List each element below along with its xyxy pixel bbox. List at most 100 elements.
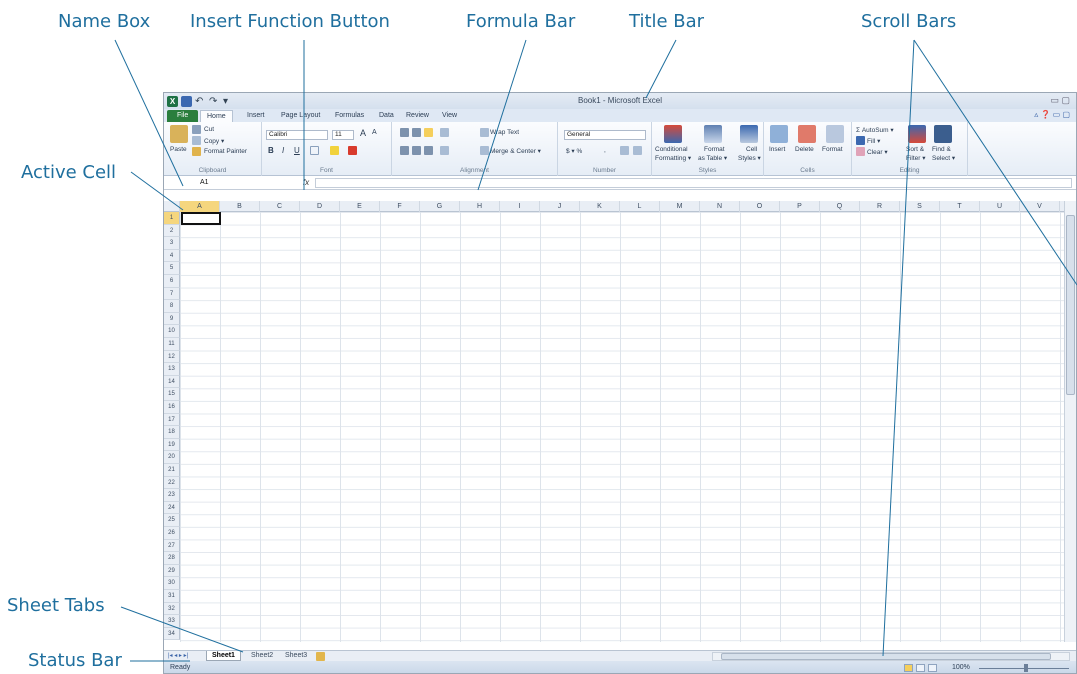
- tab-formulas[interactable]: Formulas: [329, 110, 370, 122]
- row-header-23[interactable]: 23: [164, 489, 180, 502]
- fill-button[interactable]: Fill ▾: [867, 137, 880, 145]
- sheet-tab-3[interactable]: Sheet3: [280, 651, 312, 661]
- clear-icon[interactable]: [856, 147, 865, 156]
- cut-icon[interactable]: [192, 125, 201, 134]
- align-top-icon[interactable]: [400, 128, 409, 137]
- row-header-27[interactable]: 27: [164, 539, 180, 553]
- tab-page-layout[interactable]: Page Layout: [275, 110, 326, 122]
- row-header-24[interactable]: 24: [164, 501, 180, 515]
- tab-home[interactable]: Home: [200, 110, 233, 122]
- fill-color-icon[interactable]: [330, 146, 339, 155]
- insert-sheet-icon[interactable]: [316, 652, 325, 661]
- row-header-21[interactable]: 21: [164, 464, 180, 477]
- cell-styles-icon[interactable]: [740, 125, 758, 143]
- column-header-m[interactable]: M: [660, 201, 700, 212]
- tab-view[interactable]: View: [436, 110, 463, 122]
- format-cells-icon[interactable]: [826, 125, 844, 143]
- cell-styles-button[interactable]: Cell: [746, 146, 757, 153]
- currency-button[interactable]: $ ▾ %: [566, 147, 582, 155]
- merge-center-button[interactable]: Merge & Center ▾: [490, 147, 541, 155]
- column-header-n[interactable]: N: [700, 201, 740, 212]
- row-header-11[interactable]: 11: [164, 338, 180, 351]
- column-header-a[interactable]: A: [180, 201, 220, 212]
- row-header-32[interactable]: 32: [164, 602, 180, 616]
- row-header-26[interactable]: 26: [164, 527, 180, 540]
- row-header-19[interactable]: 19: [164, 438, 180, 452]
- row-header-5[interactable]: 5: [164, 262, 180, 275]
- conditional-formatting-button[interactable]: Conditional: [655, 146, 688, 153]
- column-header-i[interactable]: I: [500, 201, 540, 212]
- align-bottom-icon[interactable]: [424, 128, 433, 137]
- column-header-k[interactable]: K: [580, 201, 620, 212]
- copy-button[interactable]: Copy ▾: [204, 137, 224, 145]
- sort-filter-icon[interactable]: [908, 125, 926, 143]
- zoom-level[interactable]: 100%: [952, 664, 970, 671]
- tab-data[interactable]: Data: [373, 110, 400, 122]
- find-select-button[interactable]: Find &: [932, 146, 951, 153]
- column-header-s[interactable]: S: [900, 201, 940, 212]
- column-header-u[interactable]: U: [980, 201, 1020, 212]
- active-cell[interactable]: [181, 212, 221, 225]
- row-header-12[interactable]: 12: [164, 350, 180, 364]
- find-select-dropdown[interactable]: Select ▾: [932, 154, 955, 162]
- wrap-text-icon[interactable]: [480, 128, 489, 137]
- horizontal-scroll-thumb[interactable]: [721, 653, 1051, 660]
- bold-button[interactable]: B: [268, 146, 274, 155]
- format-as-table-dropdown[interactable]: as Table ▾: [698, 154, 727, 162]
- insert-cells-button[interactable]: Insert: [769, 146, 785, 153]
- cell-area[interactable]: [180, 212, 1064, 642]
- page-layout-view-icon[interactable]: [916, 664, 925, 672]
- orientation-icon[interactable]: [440, 128, 449, 137]
- row-header-15[interactable]: 15: [164, 388, 180, 401]
- decrease-decimal-icon[interactable]: [633, 146, 642, 155]
- sheet-tab-2[interactable]: Sheet2: [246, 651, 278, 661]
- column-header-b[interactable]: B: [220, 201, 260, 212]
- column-header-o[interactable]: O: [740, 201, 780, 212]
- autosum-button[interactable]: Σ AutoSum ▾: [856, 126, 894, 134]
- row-header-3[interactable]: 3: [164, 237, 180, 250]
- copy-icon[interactable]: [192, 136, 201, 145]
- row-header-28[interactable]: 28: [164, 552, 180, 565]
- column-header-f[interactable]: F: [380, 201, 420, 212]
- row-header-22[interactable]: 22: [164, 476, 180, 490]
- clear-button[interactable]: Clear ▾: [867, 148, 888, 156]
- indent-icon[interactable]: [440, 146, 449, 155]
- window-controls[interactable]: ▭ ▢: [1050, 95, 1070, 106]
- format-painter-button[interactable]: Format Painter: [204, 148, 247, 155]
- row-header-33[interactable]: 33: [164, 615, 180, 628]
- cut-button[interactable]: Cut: [204, 126, 214, 133]
- row-header-7[interactable]: 7: [164, 287, 180, 301]
- align-center-icon[interactable]: [412, 146, 421, 155]
- delete-cells-button[interactable]: Delete: [795, 146, 814, 153]
- column-header-h[interactable]: H: [460, 201, 500, 212]
- column-header-r[interactable]: R: [860, 201, 900, 212]
- row-header-17[interactable]: 17: [164, 413, 180, 427]
- row-header-9[interactable]: 9: [164, 312, 180, 326]
- row-header-4[interactable]: 4: [164, 249, 180, 263]
- formula-input[interactable]: [315, 178, 1072, 188]
- row-header-20[interactable]: 20: [164, 451, 180, 464]
- row-header-30[interactable]: 30: [164, 577, 180, 590]
- row-header-14[interactable]: 14: [164, 375, 180, 389]
- tab-insert[interactable]: Insert: [241, 110, 271, 122]
- tab-file[interactable]: File: [167, 110, 199, 122]
- row-header-18[interactable]: 18: [164, 426, 180, 439]
- insert-cells-icon[interactable]: [770, 125, 788, 143]
- shrink-font-button[interactable]: A: [372, 129, 377, 136]
- select-all-corner[interactable]: [164, 201, 180, 212]
- column-header-j[interactable]: J: [540, 201, 580, 212]
- borders-icon[interactable]: [310, 146, 319, 155]
- row-header-10[interactable]: 10: [164, 325, 180, 338]
- sheet-tab-1[interactable]: Sheet1: [206, 651, 241, 661]
- sort-filter-button[interactable]: Sort &: [906, 146, 924, 153]
- row-header-34[interactable]: 34: [164, 627, 180, 641]
- cell-styles-dropdown[interactable]: Styles ▾: [738, 154, 761, 162]
- column-header-d[interactable]: D: [300, 201, 340, 212]
- row-header-13[interactable]: 13: [164, 363, 180, 376]
- normal-view-icon[interactable]: [904, 664, 913, 672]
- horizontal-scrollbar[interactable]: [712, 652, 1070, 661]
- column-header-g[interactable]: G: [420, 201, 460, 212]
- format-as-table-icon[interactable]: [704, 125, 722, 143]
- italic-button[interactable]: I: [282, 146, 284, 155]
- help-icon[interactable]: ▵ ❓ ▭ ▢: [1034, 110, 1070, 119]
